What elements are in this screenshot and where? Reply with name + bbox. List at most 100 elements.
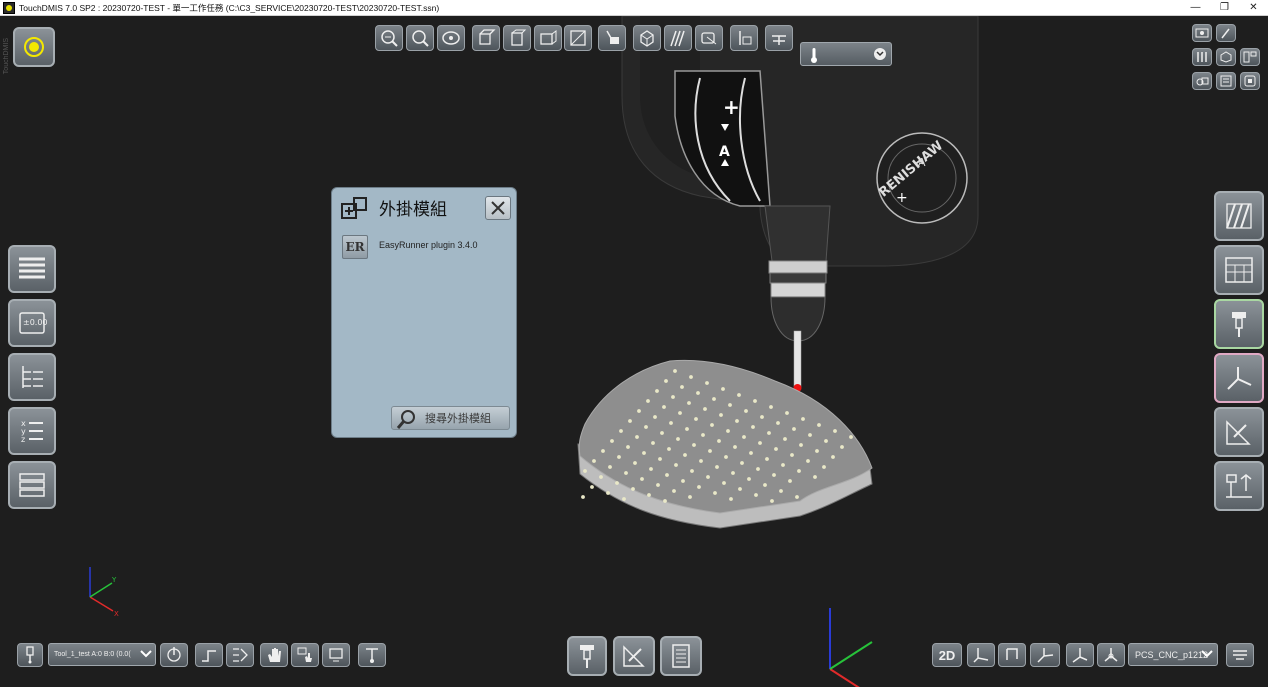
xyz-icon: xyz <box>21 419 43 444</box>
teach-mode-button[interactable] <box>291 643 319 667</box>
panel-layout-button[interactable] <box>1240 48 1260 66</box>
plate-hole <box>673 369 677 373</box>
shapes-button[interactable] <box>1192 72 1212 90</box>
plate-hole <box>801 417 805 421</box>
probe-connect-button[interactable] <box>13 27 55 67</box>
window-controls: — ❐ ✕ <box>1181 0 1268 15</box>
axis-yz-icon <box>1006 648 1018 660</box>
plate-hole <box>608 465 612 469</box>
probe-change-button[interactable] <box>358 643 386 667</box>
view-section-button[interactable] <box>564 25 592 51</box>
plate-hole <box>744 409 748 413</box>
plate-hole <box>738 487 742 491</box>
monitor-icon <box>329 648 343 662</box>
minimize-button[interactable]: — <box>1181 0 1210 15</box>
pcs-select[interactable]: PCS_CNC_p1212 <box>1128 643 1218 666</box>
view-probe-button[interactable] <box>598 25 626 51</box>
view-iso-button[interactable] <box>472 25 500 51</box>
document-icon <box>672 644 690 668</box>
dimension-button[interactable] <box>1214 461 1264 511</box>
axis-zx-button[interactable] <box>1030 643 1060 667</box>
construct-button[interactable] <box>1214 407 1264 457</box>
zoom-fit-button[interactable] <box>375 25 403 51</box>
view-rotate-button[interactable] <box>437 25 465 51</box>
view-layers-button[interactable] <box>664 25 692 51</box>
view-2d-button[interactable]: 2D <box>932 643 962 667</box>
alignment-button[interactable] <box>1214 353 1264 403</box>
program-list-button[interactable] <box>8 245 56 293</box>
probe-calibrate-button[interactable] <box>160 643 188 667</box>
plate-hole <box>765 457 769 461</box>
restore-button[interactable]: ❐ <box>1210 0 1239 15</box>
axis-xy-button[interactable] <box>967 643 995 667</box>
calibrate-icon <box>167 647 181 662</box>
machine-axis-button[interactable] <box>1097 643 1125 667</box>
plate-hole <box>624 471 628 475</box>
plugin-name[interactable]: EasyRunner plugin 3.4.0 <box>379 240 478 250</box>
probe-select-button[interactable] <box>1214 299 1264 349</box>
cube-mini-button[interactable] <box>1216 48 1236 66</box>
probe-bottom-button[interactable] <box>567 636 607 676</box>
grid-table-button[interactable] <box>1214 245 1264 295</box>
manual-mode-button[interactable] <box>260 643 288 667</box>
construct-icon <box>623 645 645 667</box>
view-front-button[interactable] <box>534 25 562 51</box>
plate-hole <box>699 459 703 463</box>
plate-hole <box>813 475 817 479</box>
search-plugins-button[interactable]: 搜尋外掛模組 <box>391 406 510 430</box>
plate-hole <box>817 423 821 427</box>
zoom-window-button[interactable] <box>406 25 434 51</box>
plate-hole <box>760 415 764 419</box>
program-flow-button[interactable] <box>226 643 254 667</box>
plugin-badge[interactable]: ER <box>342 235 368 259</box>
3d-viewport[interactable]: + A RENISHAW + A X Y TouchDMIS ±0.00 x y… <box>0 16 1268 687</box>
plate-hole <box>840 445 844 449</box>
axis-3d-button[interactable] <box>1066 643 1094 667</box>
report-table-button[interactable] <box>8 461 56 509</box>
view-graphics-button[interactable] <box>695 25 723 51</box>
plate-hole <box>776 421 780 425</box>
report-bottom-button[interactable] <box>660 636 702 676</box>
view-plane-button[interactable] <box>765 25 793 51</box>
plate-hole <box>626 445 630 449</box>
layers-side-button[interactable] <box>1214 191 1264 241</box>
probe-status-button[interactable] <box>17 643 43 667</box>
database-button[interactable] <box>1240 72 1260 90</box>
temperature-dropdown[interactable] <box>800 42 892 66</box>
view-cube-button[interactable] <box>633 25 661 51</box>
tolerance-button[interactable]: ±0.00 <box>8 299 56 347</box>
plate-hole <box>701 433 705 437</box>
report-button[interactable] <box>1216 72 1236 90</box>
plate-hole <box>756 467 760 471</box>
options-button[interactable] <box>1226 643 1254 667</box>
plate-hole <box>656 483 660 487</box>
feature-tree-button[interactable] <box>8 353 56 401</box>
plate-hole <box>703 407 707 411</box>
plate-hole <box>696 391 700 395</box>
panel-close-button[interactable] <box>485 196 511 220</box>
close-window-button[interactable]: ✕ <box>1239 0 1268 15</box>
plate-hole <box>655 389 659 393</box>
view-top-button[interactable] <box>503 25 531 51</box>
top-view-icon <box>511 29 527 46</box>
plate-hole <box>799 443 803 447</box>
plate-hole <box>672 489 676 493</box>
tool-select[interactable]: Tool_1_test A:0 B:0 (0.0( <box>48 643 156 666</box>
machine-axis-icon <box>1104 648 1118 662</box>
cube-icon <box>640 30 654 47</box>
view-measure-button[interactable] <box>730 25 758 51</box>
construct-bottom-button[interactable] <box>613 636 655 676</box>
probe-ring-1 <box>768 260 828 274</box>
coordinates-button[interactable]: xyz <box>8 407 56 455</box>
plate-hole <box>833 429 837 433</box>
axis-yz-button[interactable] <box>998 643 1026 667</box>
path-button[interactable] <box>195 643 223 667</box>
zoom-window-icon <box>412 30 429 47</box>
monitor-button[interactable] <box>322 643 350 667</box>
plate-hole <box>692 443 696 447</box>
plate-hole <box>729 497 733 501</box>
sliders-button[interactable] <box>1192 48 1212 66</box>
machine-view-button[interactable] <box>1192 24 1212 42</box>
tool-view-button[interactable] <box>1216 24 1236 42</box>
layers-large-icon <box>1226 203 1252 229</box>
